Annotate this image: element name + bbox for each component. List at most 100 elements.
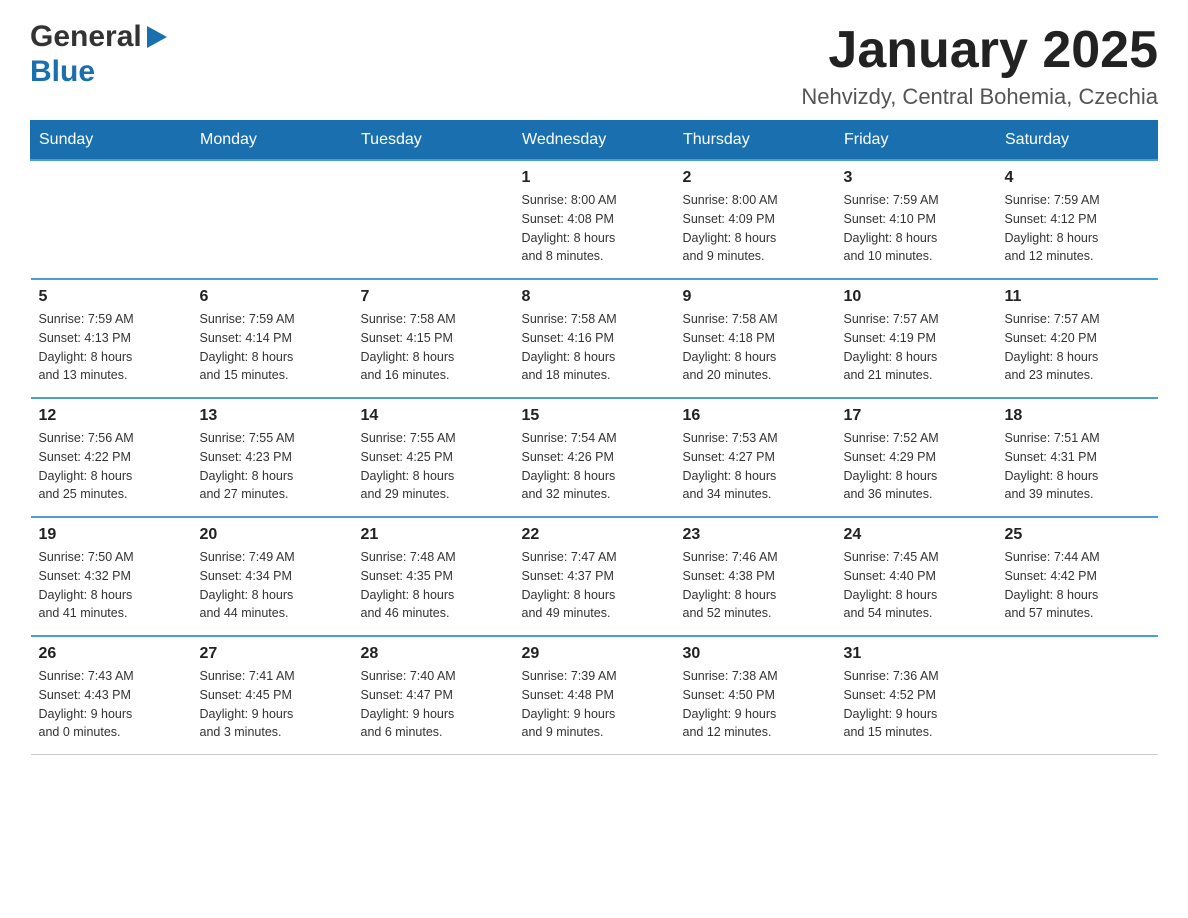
day-info: Sunrise: 7:43 AMSunset: 4:43 PMDaylight:… (39, 667, 184, 742)
calendar-cell: 29 Sunrise: 7:39 AMSunset: 4:48 PMDayligh… (514, 636, 675, 755)
calendar-cell: 11 Sunrise: 7:57 AMSunset: 4:20 PMDayligh… (997, 279, 1158, 398)
day-info: Sunrise: 7:45 AMSunset: 4:40 PMDaylight:… (844, 548, 989, 623)
calendar-cell (192, 160, 353, 279)
day-info: Sunrise: 7:58 AMSunset: 4:18 PMDaylight:… (683, 310, 828, 385)
day-number: 16 (683, 407, 828, 425)
calendar-cell: 23Sunrise: 7:46 AMSunset: 4:38 PMDayligh… (675, 517, 836, 636)
day-info: Sunrise: 7:52 AMSunset: 4:29 PMDaylight:… (844, 429, 989, 504)
calendar-title: January 2025 (801, 20, 1158, 80)
day-number: 27 (200, 645, 345, 663)
day-number: 29 (522, 645, 667, 663)
calendar-week-1: 1 Sunrise: 8:00 AMSunset: 4:08 PMDaylight… (31, 160, 1158, 279)
day-info: Sunrise: 7:55 AMSunset: 4:23 PMDaylight:… (200, 429, 345, 504)
calendar-cell: 10 Sunrise: 7:57 AMSunset: 4:19 PMDayligh… (836, 279, 997, 398)
day-info: Sunrise: 7:38 AMSunset: 4:50 PMDaylight:… (683, 667, 828, 742)
calendar-cell: 30 Sunrise: 7:38 AMSunset: 4:50 PMDayligh… (675, 636, 836, 755)
day-number: 5 (39, 288, 184, 306)
calendar-cell: 15 Sunrise: 7:54 AMSunset: 4:26 PMDayligh… (514, 398, 675, 517)
header-thursday: Thursday (675, 121, 836, 161)
logo-general-text: General (30, 20, 142, 55)
calendar-cell: 22 Sunrise: 7:47 AMSunset: 4:37 PMDayligh… (514, 517, 675, 636)
day-info: Sunrise: 7:59 AMSunset: 4:10 PMDaylight:… (844, 191, 989, 266)
day-info: Sunrise: 7:48 AMSunset: 4:35 PMDaylight:… (361, 548, 506, 623)
calendar-cell: 4 Sunrise: 7:59 AMSunset: 4:12 PMDaylight… (997, 160, 1158, 279)
day-number: 8 (522, 288, 667, 306)
calendar-cell: 8 Sunrise: 7:58 AMSunset: 4:16 PMDaylight… (514, 279, 675, 398)
day-number: 15 (522, 407, 667, 425)
calendar-cell: 26 Sunrise: 7:43 AMSunset: 4:43 PMDayligh… (31, 636, 192, 755)
day-info: Sunrise: 8:00 AMSunset: 4:09 PMDaylight:… (683, 191, 828, 266)
day-info: Sunrise: 7:50 AMSunset: 4:32 PMDaylight:… (39, 548, 184, 623)
calendar-week-3: 12 Sunrise: 7:56 AMSunset: 4:22 PMDayligh… (31, 398, 1158, 517)
day-number: 11 (1005, 288, 1150, 306)
calendar-cell: 12 Sunrise: 7:56 AMSunset: 4:22 PMDayligh… (31, 398, 192, 517)
day-info: Sunrise: 7:53 AMSunset: 4:27 PMDaylight:… (683, 429, 828, 504)
calendar-cell: 9Sunrise: 7:58 AMSunset: 4:18 PMDaylight… (675, 279, 836, 398)
calendar-cell (353, 160, 514, 279)
day-info: Sunrise: 7:59 AMSunset: 4:14 PMDaylight:… (200, 310, 345, 385)
day-number: 22 (522, 526, 667, 544)
day-number: 10 (844, 288, 989, 306)
day-info: Sunrise: 7:39 AMSunset: 4:48 PMDaylight:… (522, 667, 667, 742)
day-number: 23 (683, 526, 828, 544)
day-info: Sunrise: 7:51 AMSunset: 4:31 PMDaylight:… (1005, 429, 1150, 504)
header-sunday: Sunday (31, 121, 192, 161)
calendar-cell: 7 Sunrise: 7:58 AMSunset: 4:15 PMDaylight… (353, 279, 514, 398)
day-info: Sunrise: 7:59 AMSunset: 4:12 PMDaylight:… (1005, 191, 1150, 266)
day-info: Sunrise: 7:47 AMSunset: 4:37 PMDaylight:… (522, 548, 667, 623)
calendar-cell: 20Sunrise: 7:49 AMSunset: 4:34 PMDayligh… (192, 517, 353, 636)
header-friday: Friday (836, 121, 997, 161)
day-info: Sunrise: 7:41 AMSunset: 4:45 PMDaylight:… (200, 667, 345, 742)
calendar-cell (997, 636, 1158, 755)
header-monday: Monday (192, 121, 353, 161)
day-info: Sunrise: 7:57 AMSunset: 4:20 PMDaylight:… (1005, 310, 1150, 385)
calendar-cell: 5 Sunrise: 7:59 AMSunset: 4:13 PMDaylight… (31, 279, 192, 398)
calendar-cell: 14Sunrise: 7:55 AMSunset: 4:25 PMDayligh… (353, 398, 514, 517)
day-info: Sunrise: 7:58 AMSunset: 4:16 PMDaylight:… (522, 310, 667, 385)
calendar-cell (31, 160, 192, 279)
calendar-cell: 17 Sunrise: 7:52 AMSunset: 4:29 PMDayligh… (836, 398, 997, 517)
day-number: 12 (39, 407, 184, 425)
day-info: Sunrise: 7:56 AMSunset: 4:22 PMDaylight:… (39, 429, 184, 504)
day-number: 3 (844, 169, 989, 187)
day-number: 1 (522, 169, 667, 187)
day-info: Sunrise: 7:59 AMSunset: 4:13 PMDaylight:… (39, 310, 184, 385)
day-number: 31 (844, 645, 989, 663)
calendar-cell: 19 Sunrise: 7:50 AMSunset: 4:32 PMDayligh… (31, 517, 192, 636)
calendar-cell: 21Sunrise: 7:48 AMSunset: 4:35 PMDayligh… (353, 517, 514, 636)
day-number: 2 (683, 169, 828, 187)
day-number: 30 (683, 645, 828, 663)
day-number: 4 (1005, 169, 1150, 187)
day-number: 7 (361, 288, 506, 306)
calendar-cell: 13Sunrise: 7:55 AMSunset: 4:23 PMDayligh… (192, 398, 353, 517)
day-info: Sunrise: 7:55 AMSunset: 4:25 PMDaylight:… (361, 429, 506, 504)
calendar-week-5: 26 Sunrise: 7:43 AMSunset: 4:43 PMDayligh… (31, 636, 1158, 755)
day-info: Sunrise: 7:54 AMSunset: 4:26 PMDaylight:… (522, 429, 667, 504)
calendar-cell: 6Sunrise: 7:59 AMSunset: 4:14 PMDaylight… (192, 279, 353, 398)
day-number: 18 (1005, 407, 1150, 425)
calendar-header-row: SundayMondayTuesdayWednesdayThursdayFrid… (31, 121, 1158, 161)
day-info: Sunrise: 8:00 AMSunset: 4:08 PMDaylight:… (522, 191, 667, 266)
calendar-cell: 24 Sunrise: 7:45 AMSunset: 4:40 PMDayligh… (836, 517, 997, 636)
day-number: 17 (844, 407, 989, 425)
day-number: 24 (844, 526, 989, 544)
day-info: Sunrise: 7:49 AMSunset: 4:34 PMDaylight:… (200, 548, 345, 623)
day-info: Sunrise: 7:57 AMSunset: 4:19 PMDaylight:… (844, 310, 989, 385)
day-info: Sunrise: 7:36 AMSunset: 4:52 PMDaylight:… (844, 667, 989, 742)
day-info: Sunrise: 7:58 AMSunset: 4:15 PMDaylight:… (361, 310, 506, 385)
calendar-cell: 27 Sunrise: 7:41 AMSunset: 4:45 PMDayligh… (192, 636, 353, 755)
day-number: 28 (361, 645, 506, 663)
calendar-cell: 18 Sunrise: 7:51 AMSunset: 4:31 PMDayligh… (997, 398, 1158, 517)
calendar-subtitle: Nehvizdy, Central Bohemia, Czechia (801, 84, 1158, 110)
day-number: 19 (39, 526, 184, 544)
day-number: 26 (39, 645, 184, 663)
calendar-week-2: 5 Sunrise: 7:59 AMSunset: 4:13 PMDaylight… (31, 279, 1158, 398)
logo: General Blue (30, 20, 167, 89)
calendar-table: SundayMondayTuesdayWednesdayThursdayFrid… (30, 120, 1158, 755)
calendar-week-4: 19 Sunrise: 7:50 AMSunset: 4:32 PMDayligh… (31, 517, 1158, 636)
header-saturday: Saturday (997, 121, 1158, 161)
page-header: General Blue January 2025 Nehvizdy, Cent… (30, 20, 1158, 110)
calendar-cell: 31 Sunrise: 7:36 AMSunset: 4:52 PMDayligh… (836, 636, 997, 755)
header-wednesday: Wednesday (514, 121, 675, 161)
title-section: January 2025 Nehvizdy, Central Bohemia, … (801, 20, 1158, 110)
